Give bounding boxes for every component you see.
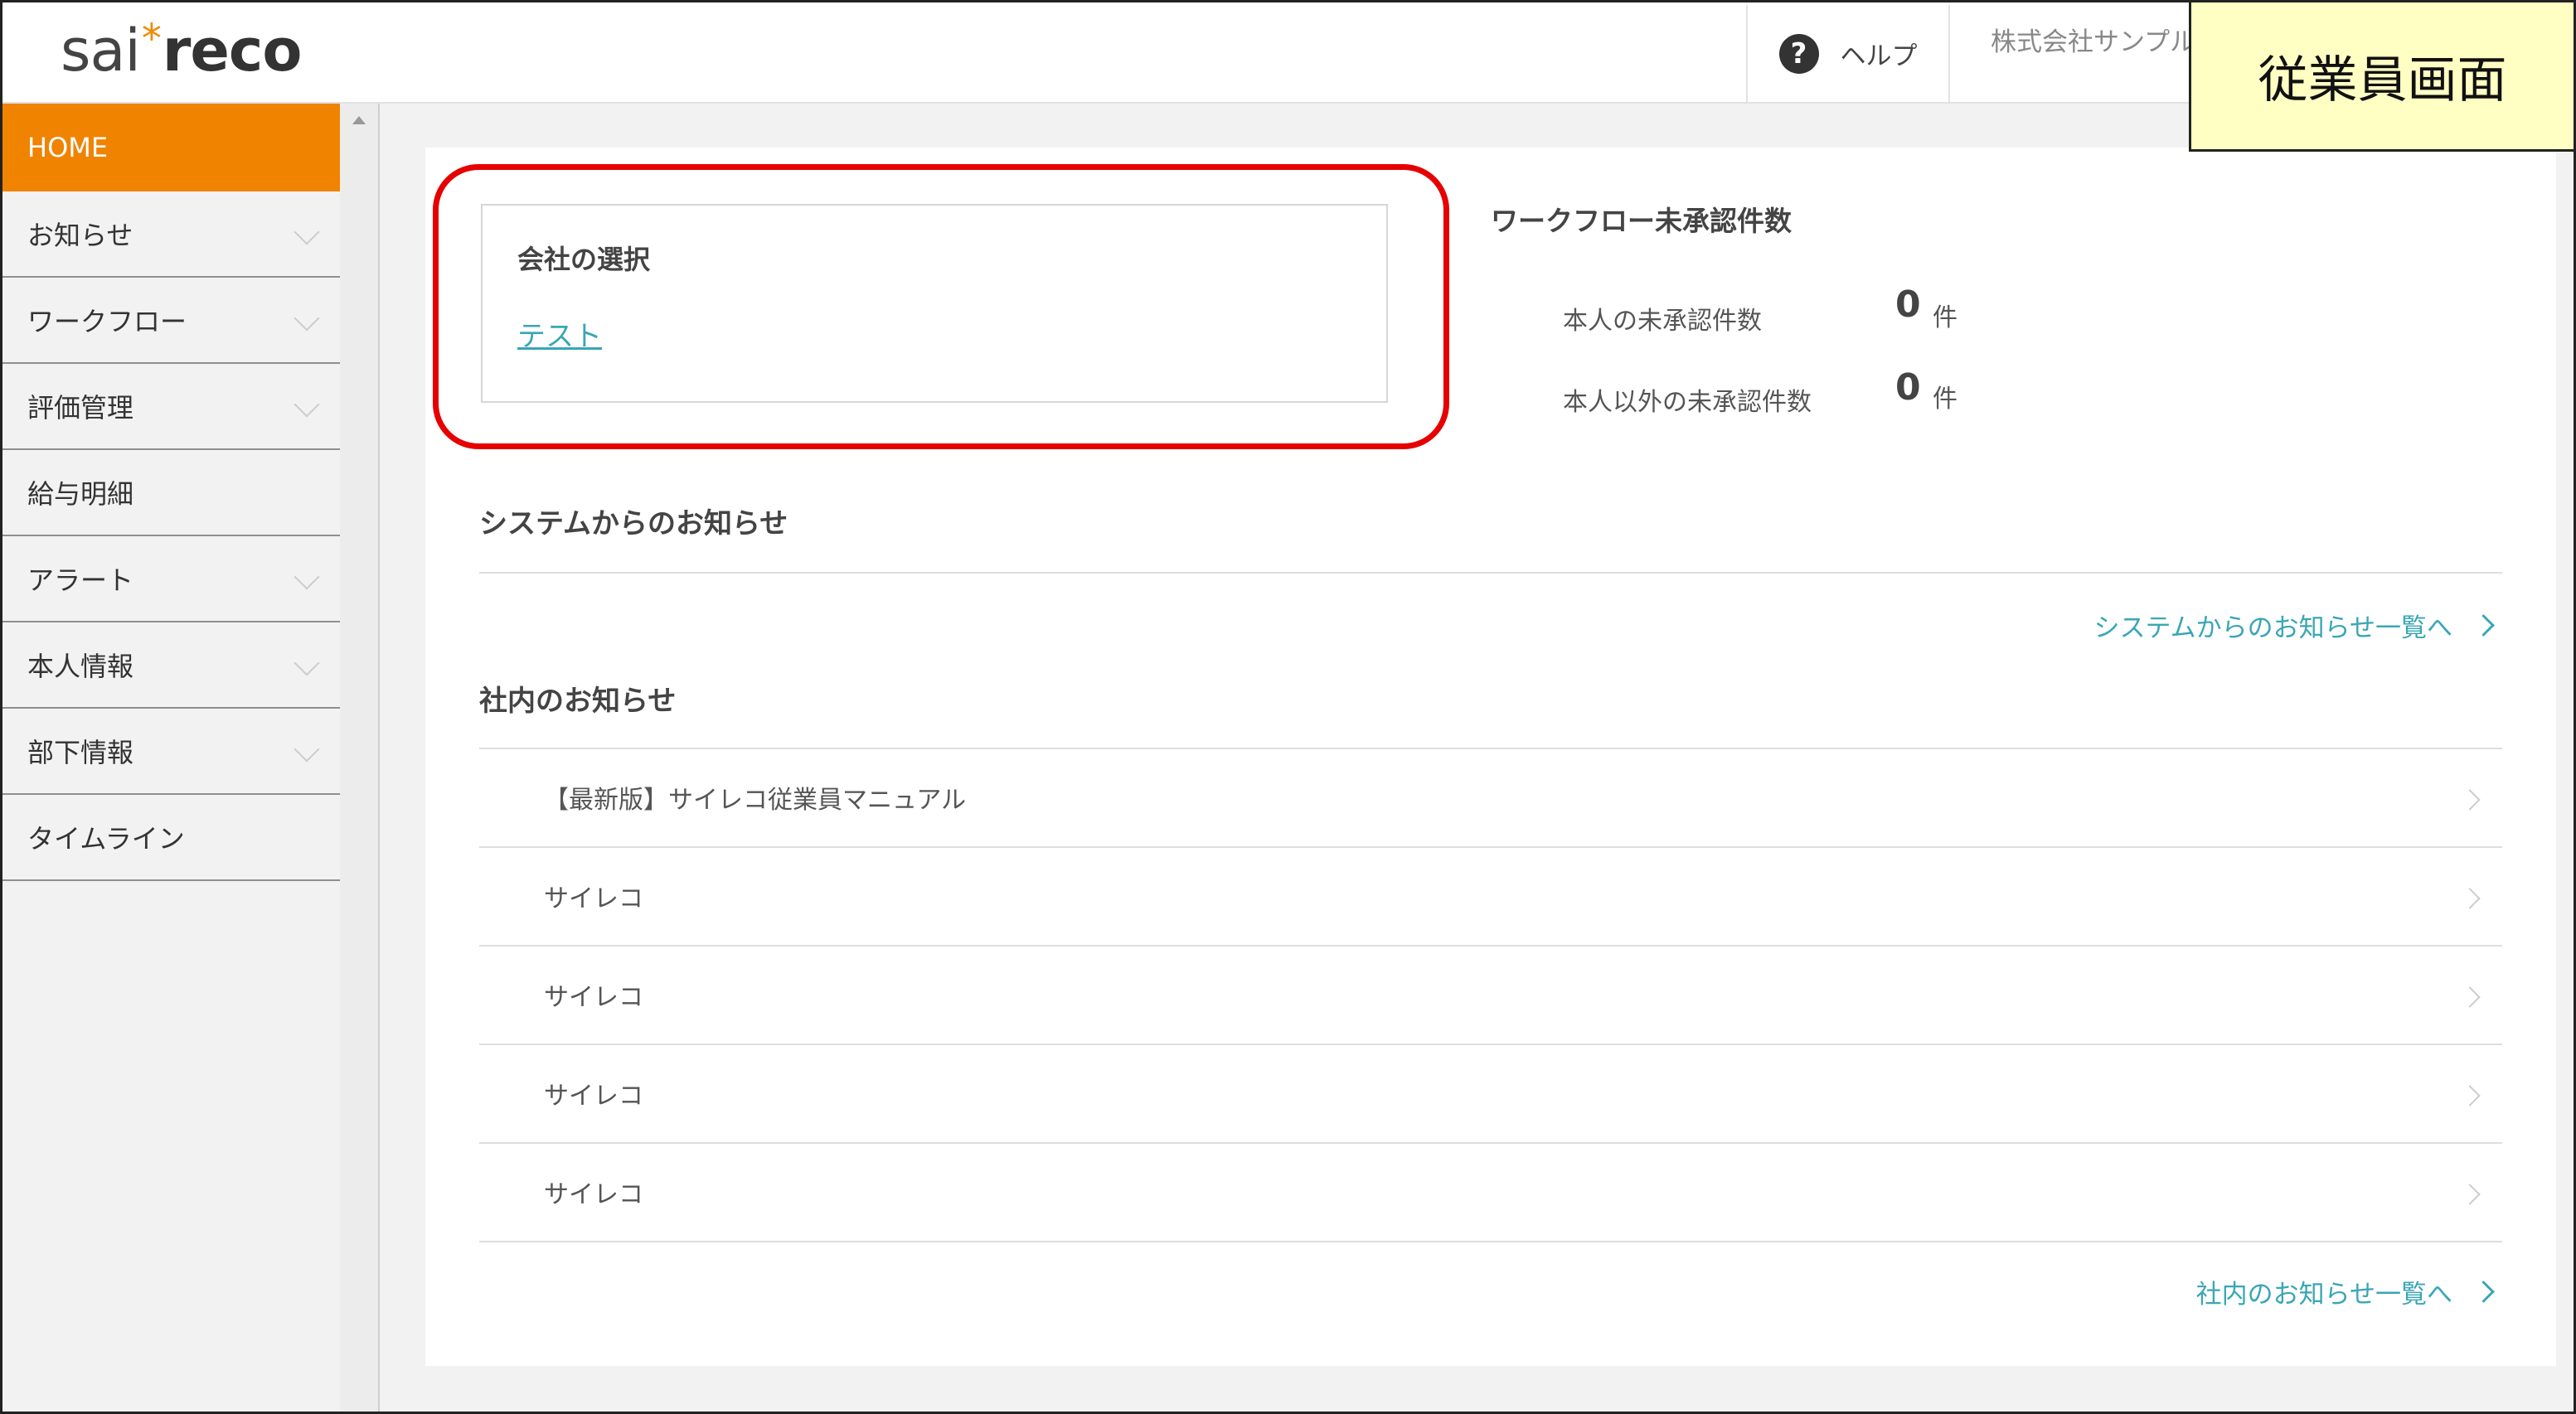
section-divider (479, 572, 2502, 574)
chevron-right-icon (2459, 789, 2481, 811)
chevron-down-icon (293, 564, 320, 590)
chevron-right-icon (2459, 1085, 2481, 1107)
sidebar-item-payslip[interactable]: 給与明細 (2, 450, 341, 536)
screen-type-badge: 従業員画面 (2189, 0, 2576, 152)
list-item[interactable]: サイレコ (479, 1144, 2502, 1242)
sidebar-nav: HOME お知らせ ワークフロー 評価管理 給与明細 アラート 本人情報 部下情… (2, 104, 341, 1412)
sidebar-item-alert[interactable]: アラート (2, 536, 341, 622)
sidebar-item-notices[interactable]: お知らせ (2, 191, 341, 278)
chevron-down-icon (293, 650, 320, 676)
notice-title: サイレコ (544, 1180, 643, 1209)
sidebar-item-label: アラート (27, 564, 134, 596)
list-item[interactable]: サイレコ (479, 1045, 2502, 1144)
others-pending-label: 本人以外の未承認件数 (1563, 388, 1812, 417)
company-link[interactable]: テスト (517, 313, 602, 354)
chevron-right-icon (2472, 1281, 2495, 1303)
sidebar-item-label: 給与明細 (27, 478, 134, 510)
system-notices-title: システムからのお知らせ (479, 507, 788, 540)
internal-notices-list: 【最新版】サイレコ従業員マニュアル サイレコ サイレコ サイレコ サイレコ (479, 749, 2502, 1242)
internal-notices-more-link[interactable]: 社内のお知らせ一覧へ (2195, 1273, 2495, 1310)
question-circle-icon: ? (1778, 33, 1819, 74)
sidebar-item-label: ワークフロー (27, 306, 187, 337)
logo-text-sai: sai (61, 17, 141, 85)
list-item[interactable]: サイレコ (479, 947, 2502, 1045)
notice-title: サイレコ (544, 884, 643, 913)
sidebar-item-label: 評価管理 (27, 392, 134, 424)
list-item[interactable]: 【最新版】サイレコ従業員マニュアル (479, 749, 2502, 848)
sidebar-item-label: タイムライン (27, 823, 185, 855)
notice-title: 【最新版】サイレコ従業員マニュアル (544, 786, 967, 815)
sidebar-item-label: 部下情報 (27, 737, 134, 768)
help-button[interactable]: ? ヘルプ (1746, 5, 1950, 102)
sidebar-item-evaluation[interactable]: 評価管理 (2, 364, 341, 450)
chevron-right-icon (2459, 986, 2481, 1008)
notice-title: サイレコ (544, 983, 643, 1012)
self-pending-label: 本人の未承認件数 (1563, 307, 1762, 336)
self-pending-unit: 件 (1933, 303, 1957, 332)
top-header: sai * reco ? ヘルプ 株式会社サンプル (2, 2, 2574, 104)
others-pending-unit: 件 (1933, 385, 1957, 414)
sidebar-item-home[interactable]: HOME (2, 104, 341, 191)
sidebar-item-label: お知らせ (27, 220, 133, 251)
system-notices-more-link[interactable]: システムからのお知らせ一覧へ (2093, 607, 2495, 644)
chevron-right-icon (2459, 1184, 2481, 1205)
sidebar-item-workflow[interactable]: ワークフロー (2, 278, 341, 364)
others-pending-count[interactable]: 0 (1895, 366, 1921, 409)
sidebar-item-timeline[interactable]: タイムライン (2, 795, 341, 881)
scroll-up-arrow-icon[interactable] (352, 116, 366, 124)
chevron-down-icon (293, 736, 320, 763)
chevron-down-icon (293, 219, 320, 245)
sidebar-item-personal-info[interactable]: 本人情報 (2, 622, 341, 709)
self-pending-count[interactable]: 0 (1895, 283, 1921, 326)
logo-text-reco: reco (162, 17, 303, 85)
list-item[interactable]: サイレコ (479, 848, 2502, 947)
sidebar-scrollbar[interactable] (340, 104, 380, 1412)
sidebar-item-label: 本人情報 (27, 651, 134, 682)
chevron-right-icon (2472, 614, 2495, 637)
more-link-label: 社内のお知らせ一覧へ (2195, 1280, 2452, 1310)
more-link-label: システムからのお知らせ一覧へ (2093, 613, 2452, 643)
company-select-box: 会社の選択 テスト (481, 204, 1388, 403)
chevron-right-icon (2459, 888, 2481, 909)
company-select-title: 会社の選択 (517, 244, 651, 275)
notice-title: サイレコ (544, 1082, 643, 1111)
company-name[interactable]: 株式会社サンプル (1991, 21, 2195, 58)
chevron-down-icon (293, 391, 320, 418)
logo-star-icon: * (141, 16, 162, 62)
app-logo[interactable]: sai * reco (61, 7, 303, 94)
sidebar-item-subordinate-info[interactable]: 部下情報 (2, 709, 341, 795)
internal-notices-title: 社内のお知らせ (479, 685, 677, 718)
help-label: ヘルプ (1840, 41, 1918, 71)
chevron-down-icon (293, 305, 320, 332)
sidebar-item-label: HOME (27, 132, 109, 163)
workflow-pending-title: ワークフロー未承認件数 (1491, 205, 1792, 237)
